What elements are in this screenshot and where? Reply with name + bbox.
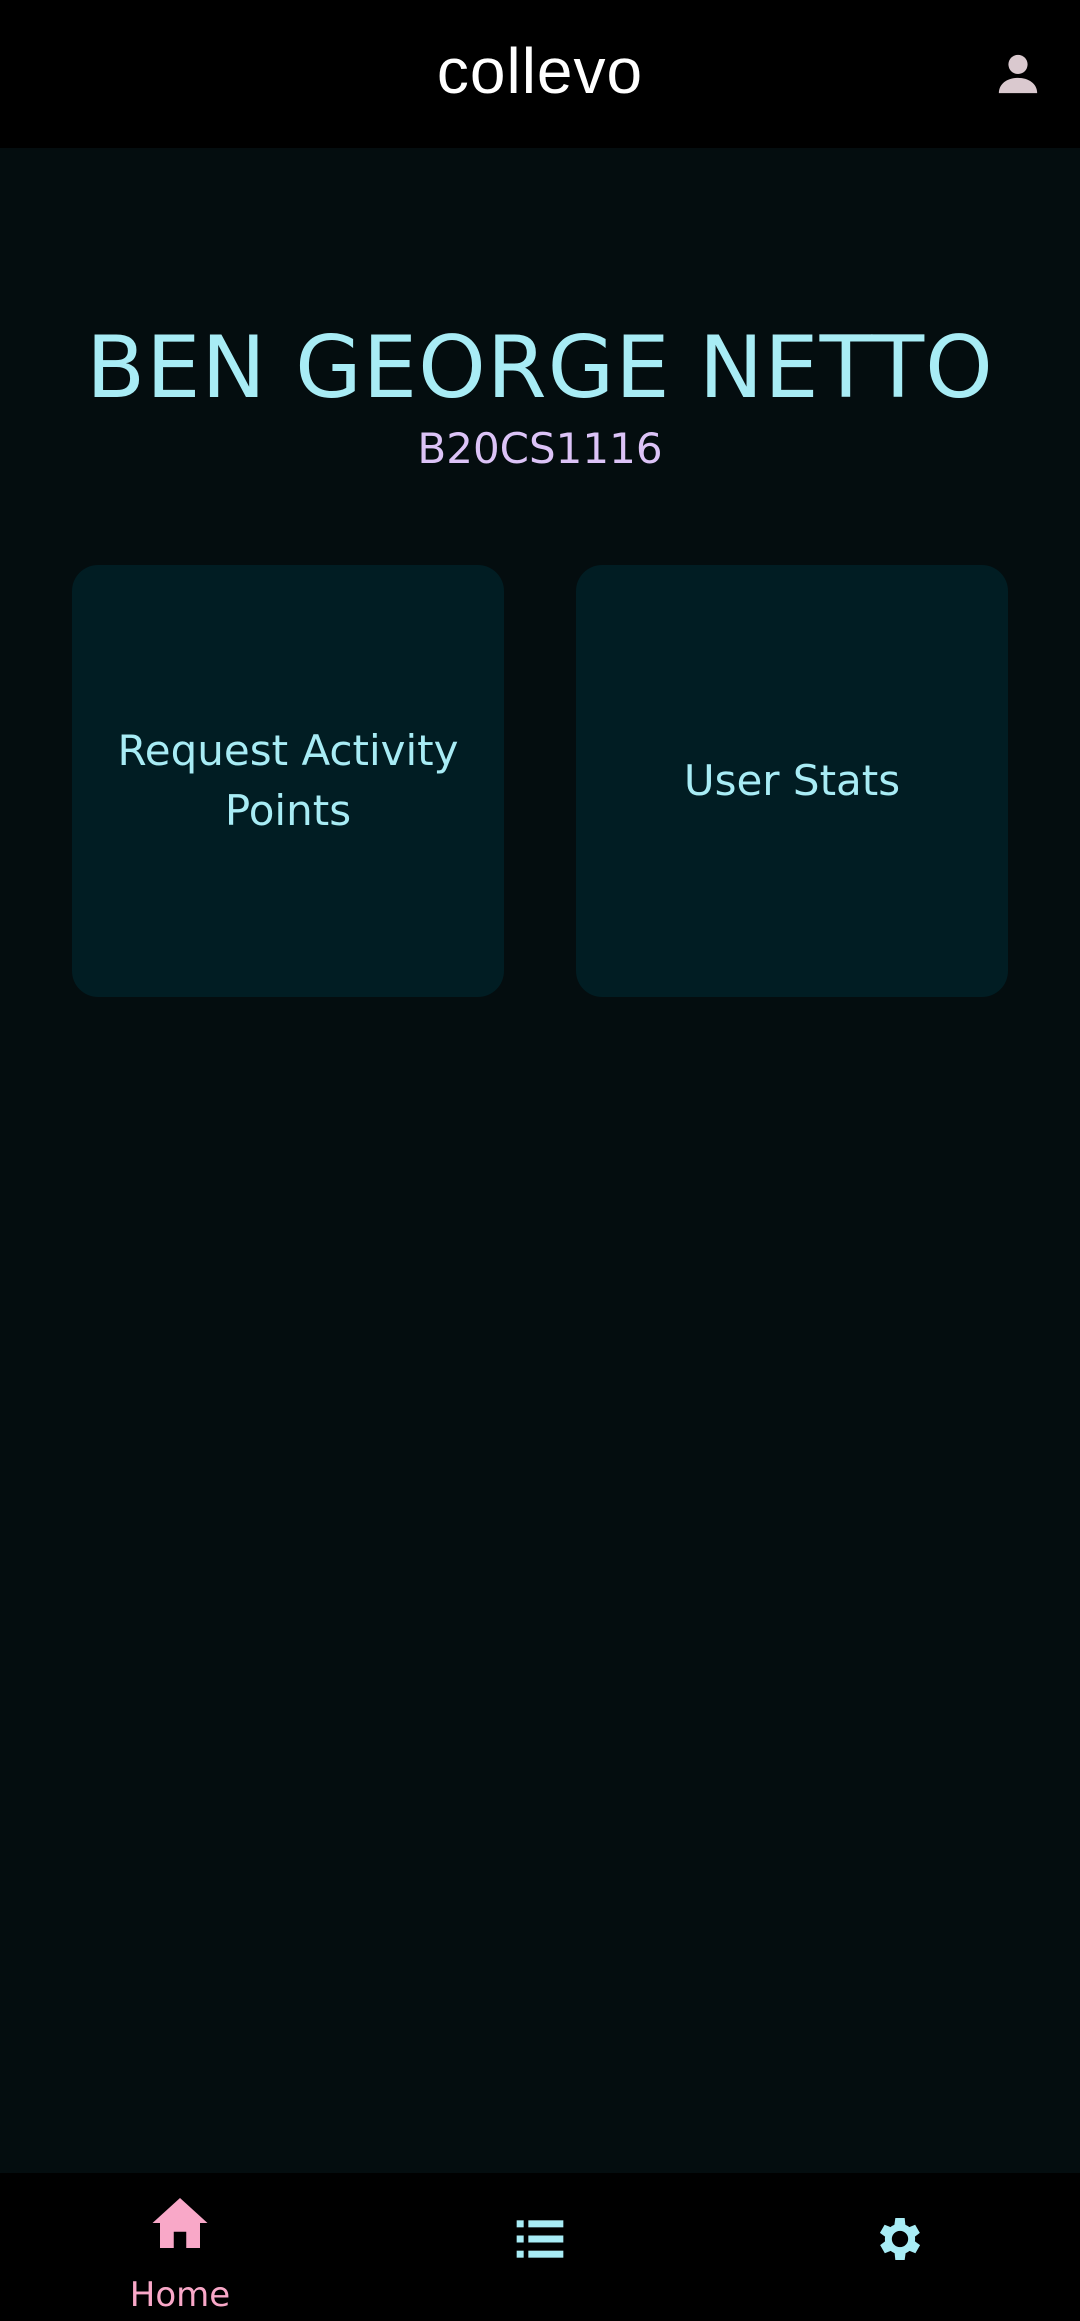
- nav-settings[interactable]: [720, 2173, 1080, 2321]
- card-label: Request Activity Points: [117, 726, 459, 835]
- card-label: User Stats: [683, 756, 901, 805]
- request-activity-points-card[interactable]: Request Activity Points: [72, 565, 504, 997]
- user-name: BEN GEORGE NETTO: [86, 318, 994, 418]
- user-stats-card[interactable]: User Stats: [576, 565, 1008, 997]
- gear-icon: [879, 2218, 921, 2260]
- bottom-navigation: Home: [0, 2173, 1080, 2321]
- profile-button[interactable]: [990, 46, 1046, 102]
- top-app-bar: collevo: [0, 0, 1080, 148]
- user-id: B20CS1116: [417, 424, 663, 473]
- list-icon: [516, 2220, 564, 2258]
- nav-list[interactable]: [360, 2173, 720, 2321]
- app-screen: collevo BEN GEORGE NETTO B20CS1116 Reque…: [0, 0, 1080, 2321]
- nav-home[interactable]: Home: [0, 2173, 360, 2321]
- nav-home-label: Home: [129, 2275, 231, 2315]
- app-title: collevo: [436, 35, 644, 107]
- home-icon: [152, 2198, 208, 2248]
- person-icon: [998, 54, 1038, 94]
